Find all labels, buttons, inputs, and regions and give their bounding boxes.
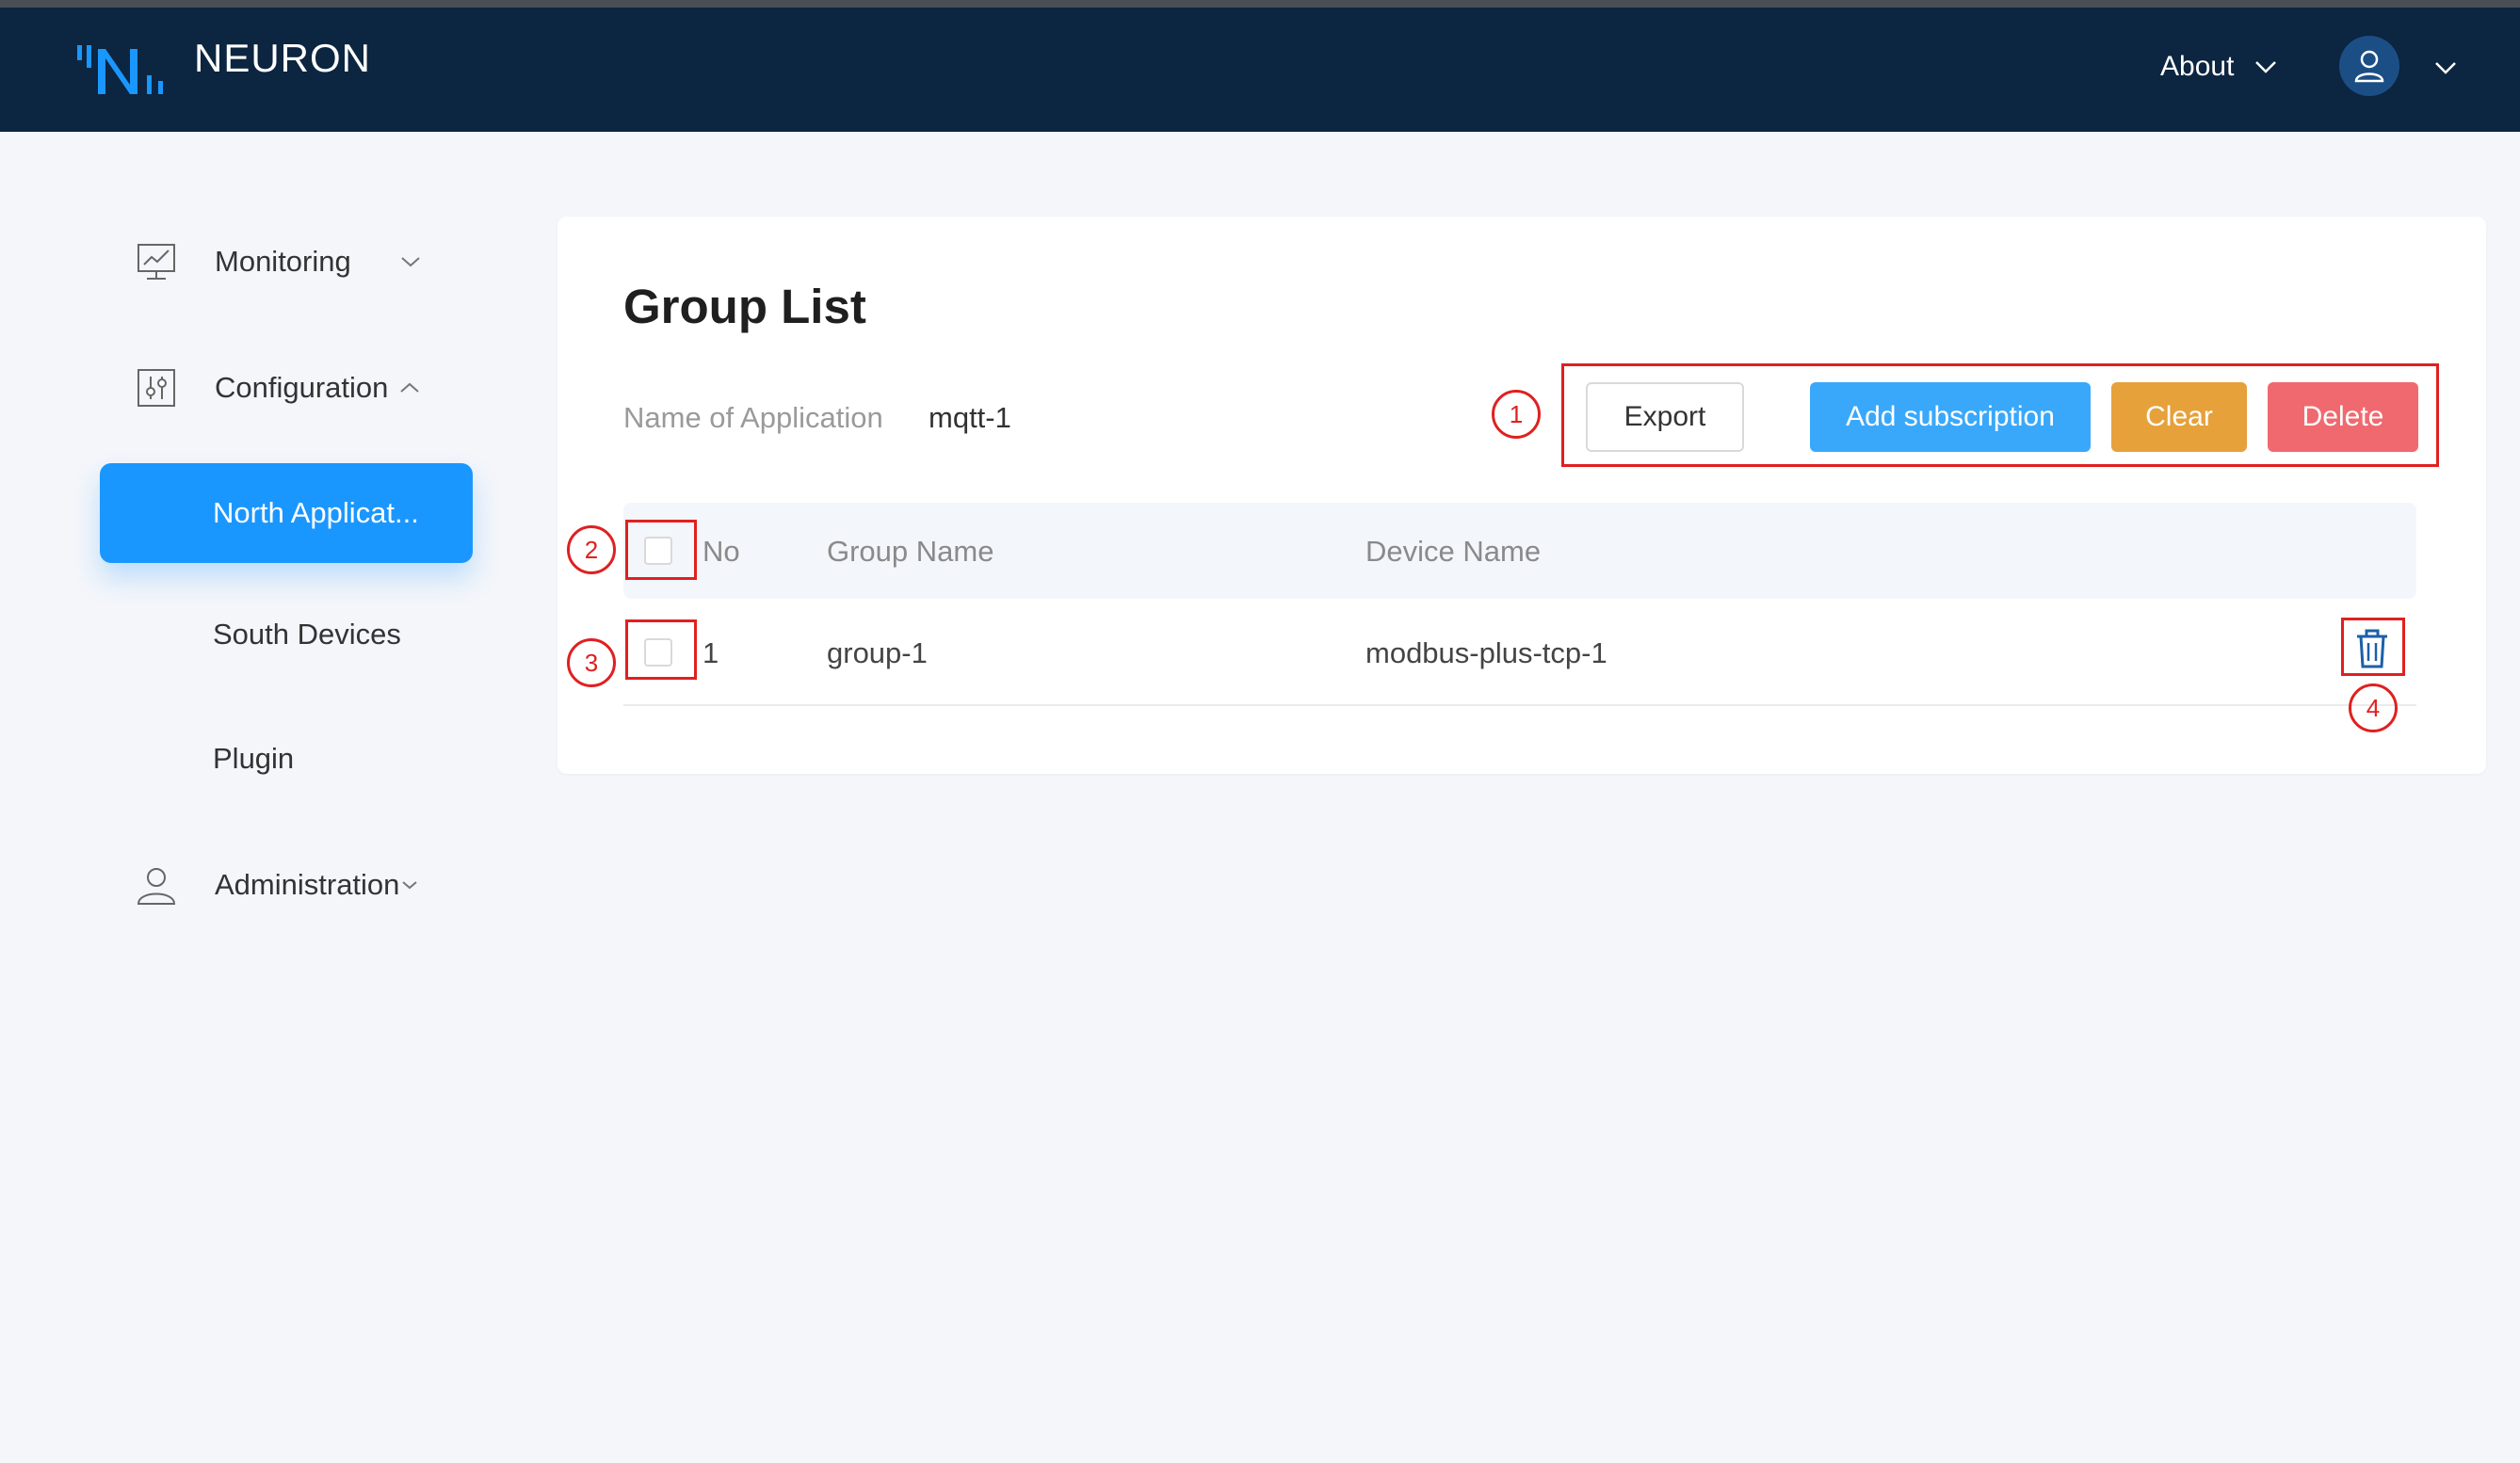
sidebar-item-label: Administration xyxy=(215,868,400,901)
sliders-icon xyxy=(137,369,175,407)
delete-button[interactable]: Delete xyxy=(2268,382,2418,452)
cell-group-name: group-1 xyxy=(827,636,928,669)
sidebar-item-administration[interactable]: Administration xyxy=(136,864,418,906)
user-icon xyxy=(2354,50,2384,83)
neuron-logo-icon xyxy=(77,45,163,94)
user-menu-chevron-icon[interactable] xyxy=(2433,58,2458,77)
about-label: About xyxy=(2160,51,2235,82)
sidebar-item-north-applications[interactable]: North Applicat... xyxy=(100,463,473,563)
annotation-marker-1: 1 xyxy=(1492,390,1541,439)
add-subscription-button[interactable]: Add subscription xyxy=(1810,382,2091,452)
column-header-device-name: Device Name xyxy=(1365,535,1542,568)
top-navbar xyxy=(0,8,2520,132)
sidebar-item-south-devices[interactable]: South Devices xyxy=(213,618,401,651)
annotation-box-3 xyxy=(625,619,697,680)
cell-device-name: modbus-plus-tcp-1 xyxy=(1365,636,1607,669)
chart-monitor-icon xyxy=(137,244,175,280)
application-name-label: Name of Application xyxy=(623,401,883,434)
clear-button[interactable]: Clear xyxy=(2111,382,2247,452)
annotation-marker-3: 3 xyxy=(567,638,616,687)
annotation-box-2 xyxy=(625,520,697,580)
annotation-box-4 xyxy=(2341,618,2405,676)
user-icon xyxy=(137,868,176,905)
brand-name: NEURON xyxy=(194,36,372,80)
annotation-marker-2: 2 xyxy=(567,525,616,574)
column-header-no: No xyxy=(703,535,740,568)
chevron-down-icon xyxy=(401,257,420,267)
sidebar-item-monitoring[interactable]: Monitoring xyxy=(136,241,421,282)
avatar[interactable] xyxy=(2339,36,2399,96)
annotation-marker-4: 4 xyxy=(2349,683,2398,732)
row-divider xyxy=(623,704,2416,706)
chevron-down-icon xyxy=(402,881,418,890)
page-title: Group List xyxy=(623,280,866,333)
sidebar-item-label: Configuration xyxy=(215,371,389,404)
export-button[interactable]: Export xyxy=(1586,382,1744,452)
chevron-down-icon xyxy=(2255,61,2277,73)
about-menu[interactable]: About xyxy=(2160,51,2277,83)
application-name-value: mqtt-1 xyxy=(929,401,1011,434)
column-header-group-name: Group Name xyxy=(827,535,994,568)
cell-no: 1 xyxy=(703,636,719,669)
sidebar-item-configuration[interactable]: Configuration xyxy=(136,367,420,409)
sidebar-item-plugin[interactable]: Plugin xyxy=(213,742,294,776)
window-top-edge xyxy=(0,0,2520,8)
chevron-up-icon xyxy=(400,382,420,393)
sidebar-item-label: Monitoring xyxy=(215,245,351,278)
